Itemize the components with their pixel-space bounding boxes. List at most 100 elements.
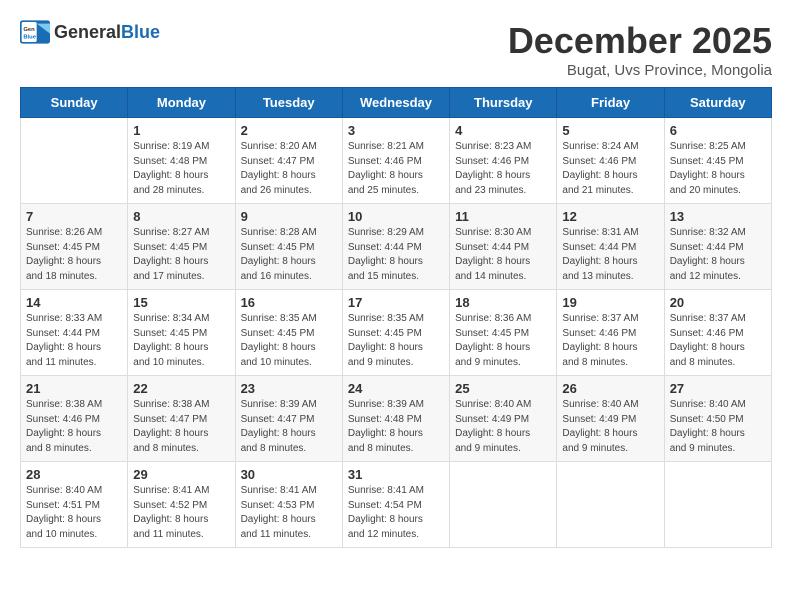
day-info: Sunrise: 8:35 AM Sunset: 4:45 PM Dayligh… xyxy=(348,312,444,370)
day-header-saturday: Saturday xyxy=(664,88,771,118)
day-info: Sunrise: 8:19 AM Sunset: 4:48 PM Dayligh… xyxy=(133,140,229,198)
calendar-week-4: 21 Sunrise: 8:38 AM Sunset: 4:46 PM Dayli… xyxy=(21,376,772,462)
calendar-cell: 31Sunrise: 8:41 AM Sunset: 4:54 PM Dayli… xyxy=(342,462,449,548)
calendar-cell: 4 Sunrise: 8:23 AM Sunset: 4:46 PM Daylig… xyxy=(450,118,557,204)
calendar-cell: 8 Sunrise: 8:27 AM Sunset: 4:45 PM Daylig… xyxy=(128,204,235,290)
day-info: Sunrise: 8:41 AM Sunset: 4:54 PM Dayligh… xyxy=(348,484,444,542)
calendar-cell xyxy=(21,118,128,204)
day-number: 25 xyxy=(455,381,551,396)
day-number: 10 xyxy=(348,209,444,224)
day-info: Sunrise: 8:35 AM Sunset: 4:45 PM Dayligh… xyxy=(241,312,337,370)
calendar-cell: 25Sunrise: 8:40 AM Sunset: 4:49 PM Dayli… xyxy=(450,376,557,462)
calendar-cell xyxy=(664,462,771,548)
day-number: 9 xyxy=(241,209,337,224)
calendar-cell: 19Sunrise: 8:37 AM Sunset: 4:46 PM Dayli… xyxy=(557,290,664,376)
day-info: Sunrise: 8:36 AM Sunset: 4:45 PM Dayligh… xyxy=(455,312,551,370)
calendar-cell: 21 Sunrise: 8:38 AM Sunset: 4:46 PM Dayli… xyxy=(21,376,128,462)
day-number: 16 xyxy=(241,295,337,310)
day-info: Sunrise: 8:23 AM Sunset: 4:46 PM Dayligh… xyxy=(455,140,551,198)
day-number: 13 xyxy=(670,209,766,224)
svg-text:Blue: Blue xyxy=(23,35,36,41)
day-number: 23 xyxy=(241,381,337,396)
day-info: Sunrise: 8:39 AM Sunset: 4:48 PM Dayligh… xyxy=(348,398,444,456)
calendar-cell: 15 Sunrise: 8:34 AM Sunset: 4:45 PM Dayli… xyxy=(128,290,235,376)
calendar-cell: 24 Sunrise: 8:39 AM Sunset: 4:48 PM Dayli… xyxy=(342,376,449,462)
calendar-cell: 10 Sunrise: 8:29 AM Sunset: 4:44 PM Dayli… xyxy=(342,204,449,290)
header: Gen Blue GeneralBlue December 2025 Bugat… xyxy=(20,20,772,79)
day-info: Sunrise: 8:40 AM Sunset: 4:51 PM Dayligh… xyxy=(26,484,122,542)
calendar-cell: 7Sunrise: 8:26 AM Sunset: 4:45 PM Daylig… xyxy=(21,204,128,290)
logo-icon: Gen Blue xyxy=(20,20,50,44)
day-number: 1 xyxy=(133,123,229,138)
calendar-week-5: 28 Sunrise: 8:40 AM Sunset: 4:51 PM Dayli… xyxy=(21,462,772,548)
day-info: Sunrise: 8:37 AM Sunset: 4:46 PM Dayligh… xyxy=(670,312,766,370)
day-info: Sunrise: 8:38 AM Sunset: 4:46 PM Dayligh… xyxy=(26,398,122,456)
day-info: Sunrise: 8:39 AM Sunset: 4:47 PM Dayligh… xyxy=(241,398,337,456)
calendar-cell: 12Sunrise: 8:31 AM Sunset: 4:44 PM Dayli… xyxy=(557,204,664,290)
day-header-tuesday: Tuesday xyxy=(235,88,342,118)
day-number: 30 xyxy=(241,467,337,482)
day-header-thursday: Thursday xyxy=(450,88,557,118)
day-info: Sunrise: 8:27 AM Sunset: 4:45 PM Dayligh… xyxy=(133,226,229,284)
day-info: Sunrise: 8:33 AM Sunset: 4:44 PM Dayligh… xyxy=(26,312,122,370)
day-info: Sunrise: 8:29 AM Sunset: 4:44 PM Dayligh… xyxy=(348,226,444,284)
month-title: December 2025 xyxy=(508,20,772,62)
day-number: 4 xyxy=(455,123,551,138)
day-info: Sunrise: 8:31 AM Sunset: 4:44 PM Dayligh… xyxy=(562,226,658,284)
day-number: 21 xyxy=(26,381,122,396)
day-number: 22 xyxy=(133,381,229,396)
day-number: 27 xyxy=(670,381,766,396)
day-info: Sunrise: 8:34 AM Sunset: 4:45 PM Dayligh… xyxy=(133,312,229,370)
day-number: 18 xyxy=(455,295,551,310)
day-number: 17 xyxy=(348,295,444,310)
day-info: Sunrise: 8:20 AM Sunset: 4:47 PM Dayligh… xyxy=(241,140,337,198)
calendar-cell: 3Sunrise: 8:21 AM Sunset: 4:46 PM Daylig… xyxy=(342,118,449,204)
day-info: Sunrise: 8:37 AM Sunset: 4:46 PM Dayligh… xyxy=(562,312,658,370)
calendar-cell: 29 Sunrise: 8:41 AM Sunset: 4:52 PM Dayli… xyxy=(128,462,235,548)
calendar-cell xyxy=(557,462,664,548)
calendar-cell: 1 Sunrise: 8:19 AM Sunset: 4:48 PM Daylig… xyxy=(128,118,235,204)
calendar-cell: 18 Sunrise: 8:36 AM Sunset: 4:45 PM Dayli… xyxy=(450,290,557,376)
calendar-cell xyxy=(450,462,557,548)
day-info: Sunrise: 8:26 AM Sunset: 4:45 PM Dayligh… xyxy=(26,226,122,284)
calendar-cell: 22 Sunrise: 8:38 AM Sunset: 4:47 PM Dayli… xyxy=(128,376,235,462)
day-info: Sunrise: 8:40 AM Sunset: 4:49 PM Dayligh… xyxy=(562,398,658,456)
day-number: 3 xyxy=(348,123,444,138)
calendar-week-2: 7Sunrise: 8:26 AM Sunset: 4:45 PM Daylig… xyxy=(21,204,772,290)
day-header-sunday: Sunday xyxy=(21,88,128,118)
calendar-cell: 9 Sunrise: 8:28 AM Sunset: 4:45 PM Daylig… xyxy=(235,204,342,290)
calendar-week-3: 14 Sunrise: 8:33 AM Sunset: 4:44 PM Dayli… xyxy=(21,290,772,376)
day-header-friday: Friday xyxy=(557,88,664,118)
day-number: 28 xyxy=(26,467,122,482)
calendar-cell: 6Sunrise: 8:25 AM Sunset: 4:45 PM Daylig… xyxy=(664,118,771,204)
day-number: 24 xyxy=(348,381,444,396)
calendar-cell: 27 Sunrise: 8:40 AM Sunset: 4:50 PM Dayli… xyxy=(664,376,771,462)
day-number: 2 xyxy=(241,123,337,138)
day-number: 26 xyxy=(562,381,658,396)
logo: Gen Blue GeneralBlue xyxy=(20,20,160,44)
calendar-cell: 5Sunrise: 8:24 AM Sunset: 4:46 PM Daylig… xyxy=(557,118,664,204)
calendar-cell: 11Sunrise: 8:30 AM Sunset: 4:44 PM Dayli… xyxy=(450,204,557,290)
day-info: Sunrise: 8:40 AM Sunset: 4:50 PM Dayligh… xyxy=(670,398,766,456)
day-number: 5 xyxy=(562,123,658,138)
calendar-cell: 30Sunrise: 8:41 AM Sunset: 4:53 PM Dayli… xyxy=(235,462,342,548)
calendar-cell: 2 Sunrise: 8:20 AM Sunset: 4:47 PM Daylig… xyxy=(235,118,342,204)
title-section: December 2025 Bugat, Uvs Province, Mongo… xyxy=(508,20,772,79)
day-info: Sunrise: 8:38 AM Sunset: 4:47 PM Dayligh… xyxy=(133,398,229,456)
day-number: 8 xyxy=(133,209,229,224)
day-number: 20 xyxy=(670,295,766,310)
day-number: 14 xyxy=(26,295,122,310)
day-info: Sunrise: 8:41 AM Sunset: 4:52 PM Dayligh… xyxy=(133,484,229,542)
calendar-cell: 14 Sunrise: 8:33 AM Sunset: 4:44 PM Dayli… xyxy=(21,290,128,376)
day-number: 11 xyxy=(455,209,551,224)
day-header-monday: Monday xyxy=(128,88,235,118)
day-header-wednesday: Wednesday xyxy=(342,88,449,118)
day-info: Sunrise: 8:28 AM Sunset: 4:45 PM Dayligh… xyxy=(241,226,337,284)
day-number: 15 xyxy=(133,295,229,310)
svg-text:Gen: Gen xyxy=(23,27,35,33)
calendar-table: SundayMondayTuesdayWednesdayThursdayFrid… xyxy=(20,87,772,548)
logo-text: GeneralBlue xyxy=(54,22,160,43)
logo-blue: Blue xyxy=(121,22,160,42)
day-number: 29 xyxy=(133,467,229,482)
day-info: Sunrise: 8:25 AM Sunset: 4:45 PM Dayligh… xyxy=(670,140,766,198)
